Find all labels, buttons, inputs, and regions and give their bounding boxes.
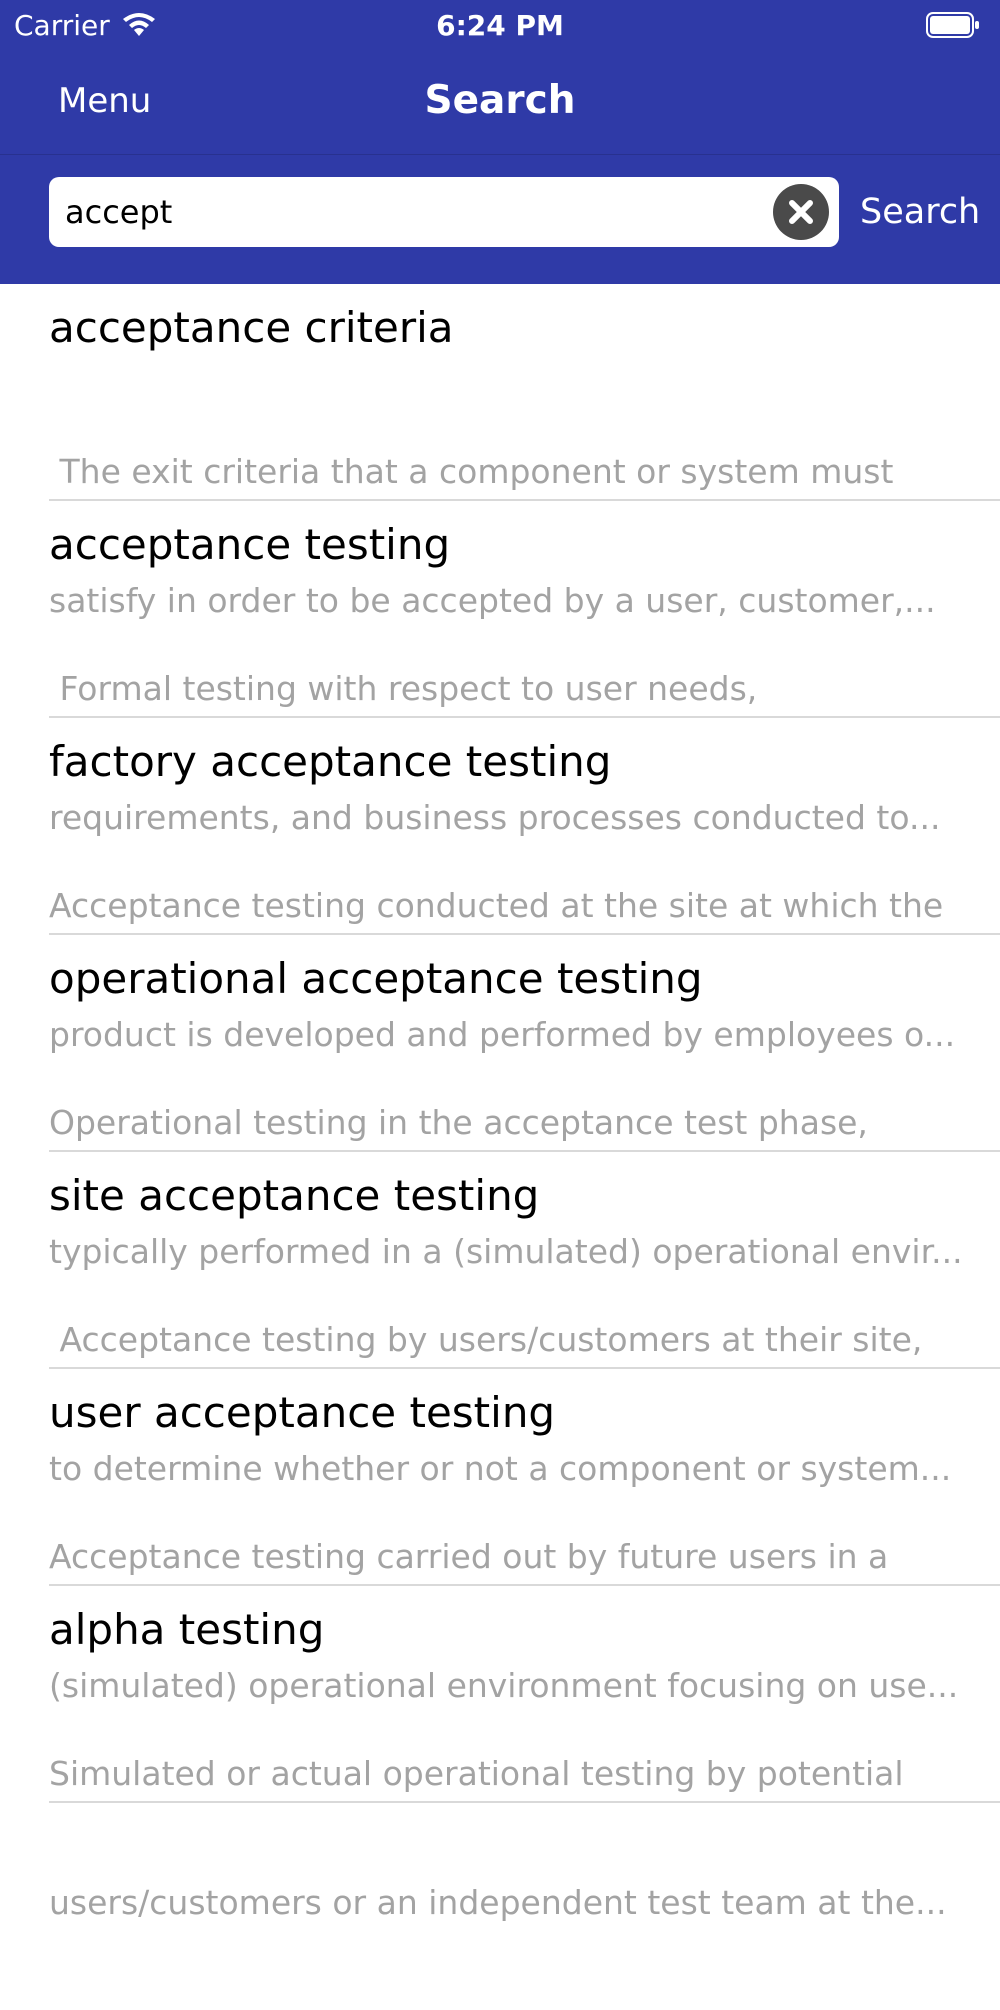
list-item[interactable]: acceptance testing Formal testing with r…	[0, 501, 1000, 837]
result-title: acceptance testing	[49, 520, 451, 569]
result-description-line: The exit criteria that a component or sy…	[49, 452, 894, 491]
status-bar: Carrier 6:24 PM	[0, 0, 1000, 52]
list-item[interactable]: acceptance criteria The exit criteria th…	[0, 284, 1000, 620]
result-title: site acceptance testing	[49, 1171, 540, 1220]
search-input[interactable]	[65, 177, 755, 247]
list-item[interactable]: operational acceptance testing Operation…	[0, 935, 1000, 1271]
list-item[interactable]: factory acceptance testing Acceptance te…	[0, 718, 1000, 1054]
result-title: factory acceptance testing	[49, 737, 612, 786]
page-title: Search	[424, 78, 576, 123]
result-description-line: Simulated or actual operational testing …	[49, 1754, 904, 1793]
result-description-line: Acceptance testing by users/customers at…	[49, 1320, 923, 1359]
result-title: user acceptance testing	[49, 1388, 556, 1437]
list-item[interactable]: site acceptance testing Acceptance testi…	[0, 1152, 1000, 1488]
result-title: operational acceptance testing	[49, 954, 703, 1003]
result-description-line: users/customers or an independent test t…	[49, 1883, 947, 1922]
result-description-line: Acceptance testing conducted at the site…	[49, 886, 944, 925]
result-title: alpha testing	[49, 1605, 325, 1654]
result-description-line: Acceptance testing carried out by future…	[49, 1537, 889, 1576]
clear-circle-icon[interactable]	[773, 184, 829, 240]
result-description-line: Formal testing with respect to user need…	[49, 669, 758, 708]
top-bar: Carrier 6:24 PM Menu Search accept Searc…	[0, 0, 1000, 284]
list-item[interactable]: alpha testing Simulated or actual operat…	[0, 1586, 1000, 1922]
battery-full-icon	[926, 12, 980, 38]
search-bar: Search	[0, 155, 1000, 284]
result-description-line: Operational testing in the acceptance te…	[49, 1103, 868, 1142]
result-description: Simulated or actual operational testing …	[49, 1666, 969, 2010]
status-time: 6:24 PM	[436, 9, 564, 42]
list-item[interactable]: user acceptance testing Acceptance testi…	[0, 1369, 1000, 1705]
search-button[interactable]: Search	[860, 187, 980, 237]
search-field-container	[49, 177, 839, 247]
navigation-bar: Menu Search	[0, 52, 1000, 155]
results-list: acceptance criteria The exit criteria th…	[0, 284, 1000, 1922]
result-title: acceptance criteria	[49, 303, 454, 352]
